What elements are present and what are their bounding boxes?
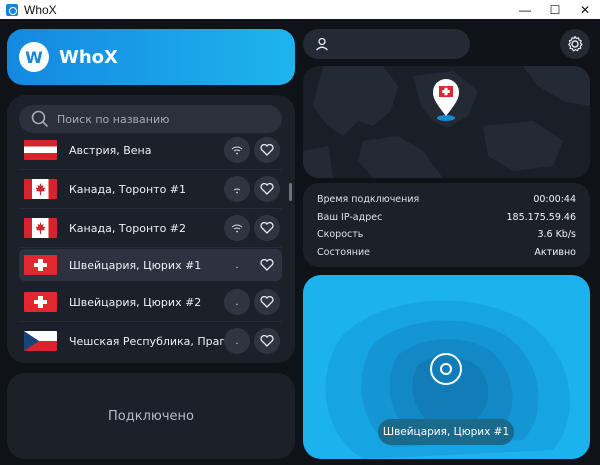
- list-scrollbar[interactable]: [289, 183, 292, 201]
- server-row-canada-toronto-2[interactable]: Канада, Торонто #2: [19, 212, 282, 244]
- brand-header: W WhoX: [7, 29, 295, 85]
- brand-name: WhoX: [59, 46, 118, 68]
- title-bar: WhoX — ☐ ✕: [0, 0, 600, 19]
- search-icon: [31, 110, 49, 128]
- server-label: Австрия, Вена: [69, 143, 152, 157]
- info-key: Скорость: [317, 229, 364, 241]
- info-row-ip-address: Ваш IP-адрес 185.175.59.46: [317, 209, 576, 227]
- canada-flag-icon: [24, 218, 57, 238]
- search-box[interactable]: [19, 105, 282, 133]
- row-divider: [19, 321, 282, 322]
- info-value: 185.175.59.46: [506, 211, 576, 223]
- location-pin-icon: [433, 79, 459, 121]
- settings-button[interactable]: [560, 29, 590, 59]
- favorite-heart-icon[interactable]: [254, 176, 280, 202]
- info-row-speed: Скорость 3.6 Kb/s: [317, 226, 576, 244]
- server-label: Чешская Республика, Прага: [69, 334, 224, 348]
- connection-status-text: Подключено: [108, 408, 194, 424]
- favorite-heart-icon[interactable]: [254, 328, 280, 354]
- location-map: [303, 66, 590, 178]
- wifi-icon: [224, 215, 250, 241]
- user-icon: [316, 37, 328, 51]
- user-account-button[interactable]: [303, 29, 470, 59]
- server-row-canada-toronto-1[interactable]: Канада, Торонто #1: [19, 173, 282, 205]
- info-key: Время подключения: [317, 194, 420, 206]
- info-value: 00:00:44: [533, 194, 576, 206]
- server-label: Канада, Торонто #2: [69, 221, 187, 235]
- server-row-austria-vienna[interactable]: Австрия, Вена: [19, 134, 282, 166]
- server-label: Швейцария, Цюрих #2: [69, 295, 202, 309]
- favorite-heart-icon[interactable]: [254, 252, 280, 278]
- info-row-state: Состояние Активно: [317, 244, 576, 262]
- info-row-connection-time: Время подключения 00:00:44: [317, 191, 576, 209]
- signal-indicator: .: [224, 289, 250, 315]
- austria-flag-icon: [24, 140, 57, 160]
- wifi-icon: [224, 176, 250, 202]
- server-row-switzerland-zurich-2[interactable]: Швейцария, Цюрих #2 .: [19, 286, 282, 318]
- server-row-switzerland-zurich-1[interactable]: Швейцария, Цюрих #1 .: [19, 249, 282, 281]
- info-value: 3.6 Kb/s: [537, 229, 576, 241]
- maximize-button[interactable]: ☐: [540, 0, 570, 19]
- favorite-heart-icon[interactable]: [254, 289, 280, 315]
- server-label: Канада, Торонто #1: [69, 182, 187, 196]
- search-input[interactable]: [57, 112, 257, 126]
- switzerland-flag-icon: [24, 292, 57, 312]
- power-icon: [440, 363, 452, 375]
- server-row-czech-prague[interactable]: Чешская Республика, Прага .: [19, 325, 282, 357]
- favorite-heart-icon[interactable]: [254, 137, 280, 163]
- gear-icon: [568, 35, 583, 52]
- connection-status-panel: Подключено: [7, 373, 295, 459]
- server-label: Швейцария, Цюрих #1: [69, 258, 202, 272]
- czech-flag-icon: [24, 331, 57, 351]
- wifi-icon: [224, 137, 250, 163]
- row-divider: [19, 208, 282, 209]
- connection-info-panel: Время подключения 00:00:44 Ваш IP-адрес …: [303, 183, 590, 267]
- server-list-panel: Австрия, Вена Канада, Торонто #1: [7, 95, 295, 363]
- row-divider: [19, 247, 282, 248]
- app-icon: [6, 3, 18, 16]
- canada-flag-icon: [24, 179, 57, 199]
- info-key: Состояние: [317, 246, 370, 258]
- current-server-label[interactable]: Швейцария, Цюрих #1: [378, 419, 514, 445]
- switzerland-flag-icon: [24, 255, 57, 275]
- window-title: WhoX: [24, 2, 57, 17]
- close-button[interactable]: ✕: [570, 0, 600, 19]
- signal-indicator: .: [224, 328, 250, 354]
- connect-power-button[interactable]: [430, 353, 462, 385]
- favorite-heart-icon[interactable]: [254, 215, 280, 241]
- connect-panel: Швейцария, Цюрих #1: [303, 275, 590, 459]
- row-divider: [19, 169, 282, 170]
- info-key: Ваш IP-адрес: [317, 211, 383, 223]
- minimize-button[interactable]: —: [510, 0, 540, 19]
- brand-logo: W: [19, 42, 49, 72]
- signal-indicator: .: [235, 259, 239, 271]
- info-value: Активно: [534, 246, 576, 258]
